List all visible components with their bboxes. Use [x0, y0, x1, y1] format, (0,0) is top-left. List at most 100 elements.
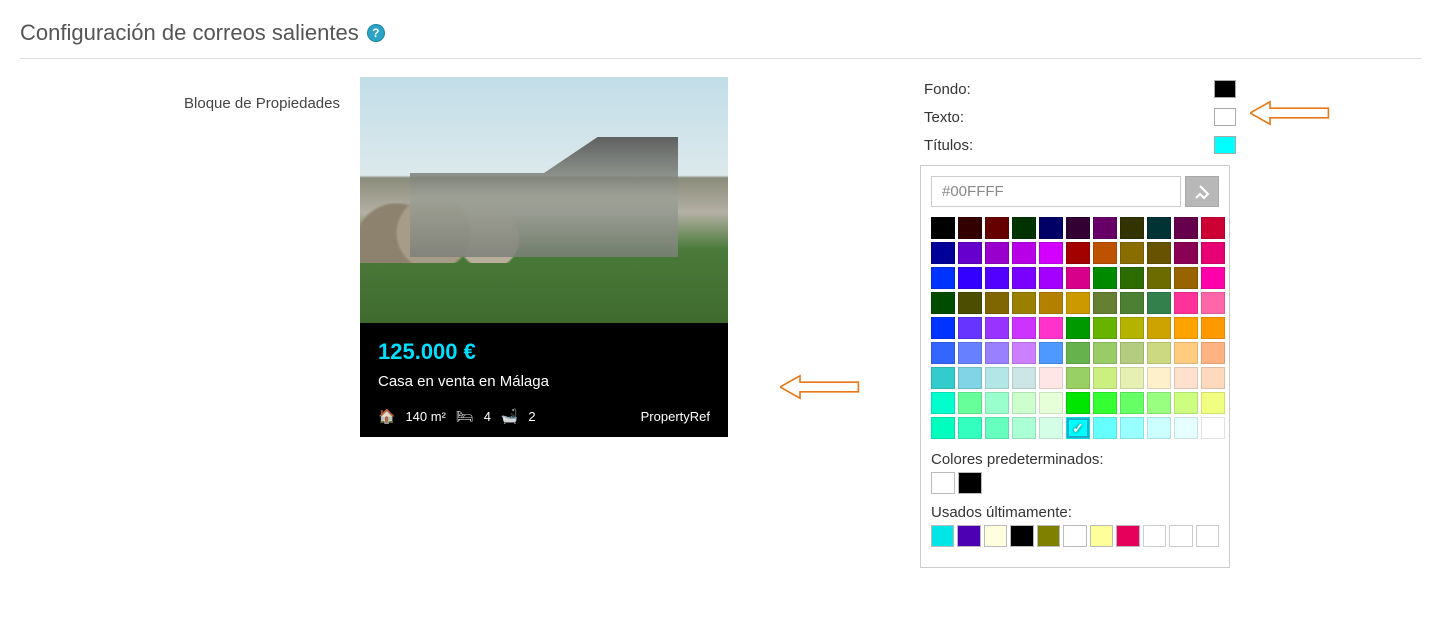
palette-cell[interactable]: [931, 292, 955, 314]
palette-cell[interactable]: [1039, 217, 1063, 239]
palette-cell[interactable]: [958, 417, 982, 439]
palette-cell[interactable]: [958, 242, 982, 264]
palette-cell[interactable]: [1066, 267, 1090, 289]
palette-cell[interactable]: [1039, 392, 1063, 414]
palette-cell[interactable]: [1147, 367, 1171, 389]
recent-color-cell[interactable]: [957, 525, 980, 547]
recent-color-cell[interactable]: [984, 525, 1007, 547]
palette-cell[interactable]: [1012, 242, 1036, 264]
recent-color-cell[interactable]: [1063, 525, 1086, 547]
palette-cell[interactable]: [931, 317, 955, 339]
palette-cell[interactable]: [1066, 342, 1090, 364]
palette-cell[interactable]: [985, 292, 1009, 314]
recent-color-cell[interactable]: [1143, 525, 1166, 547]
palette-cell[interactable]: [1093, 267, 1117, 289]
palette-cell[interactable]: [985, 242, 1009, 264]
palette-cell[interactable]: [958, 367, 982, 389]
palette-cell[interactable]: [1012, 267, 1036, 289]
bg-color-swatch[interactable]: [1214, 80, 1236, 98]
palette-cell[interactable]: [1120, 292, 1144, 314]
palette-cell[interactable]: [1039, 417, 1063, 439]
palette-cell[interactable]: [1201, 267, 1225, 289]
palette-cell[interactable]: [1093, 242, 1117, 264]
palette-cell[interactable]: [1012, 417, 1036, 439]
palette-cell[interactable]: [1039, 342, 1063, 364]
default-color-cell[interactable]: [931, 472, 955, 494]
palette-cell[interactable]: [1174, 317, 1198, 339]
palette-cell[interactable]: [1093, 367, 1117, 389]
palette-cell[interactable]: [1012, 292, 1036, 314]
palette-cell[interactable]: [1174, 417, 1198, 439]
recent-color-cell[interactable]: [1116, 525, 1139, 547]
palette-cell[interactable]: [931, 392, 955, 414]
palette-cell[interactable]: [985, 342, 1009, 364]
palette-cell[interactable]: [1174, 342, 1198, 364]
palette-cell[interactable]: [1093, 317, 1117, 339]
palette-cell[interactable]: [1120, 417, 1144, 439]
palette-cell[interactable]: [1093, 392, 1117, 414]
palette-cell[interactable]: [1039, 292, 1063, 314]
default-color-cell[interactable]: [958, 472, 982, 494]
recent-color-cell[interactable]: [1010, 525, 1033, 547]
titles-color-swatch[interactable]: [1214, 136, 1236, 154]
palette-cell[interactable]: [1093, 292, 1117, 314]
palette-cell[interactable]: [1201, 292, 1225, 314]
palette-cell[interactable]: [931, 242, 955, 264]
palette-cell[interactable]: [1174, 217, 1198, 239]
palette-cell[interactable]: [958, 292, 982, 314]
palette-cell[interactable]: [1012, 342, 1036, 364]
palette-cell[interactable]: [958, 267, 982, 289]
palette-cell[interactable]: [1012, 392, 1036, 414]
palette-cell[interactable]: [1066, 367, 1090, 389]
palette-cell[interactable]: [958, 317, 982, 339]
palette-cell[interactable]: [1039, 267, 1063, 289]
palette-cell[interactable]: [1039, 367, 1063, 389]
palette-cell[interactable]: [1093, 417, 1117, 439]
palette-cell[interactable]: [931, 367, 955, 389]
palette-cell[interactable]: [1039, 317, 1063, 339]
recent-color-cell[interactable]: [1037, 525, 1060, 547]
palette-cell[interactable]: [1147, 242, 1171, 264]
palette-cell[interactable]: [1147, 292, 1171, 314]
palette-cell[interactable]: [1120, 342, 1144, 364]
palette-cell[interactable]: [1120, 317, 1144, 339]
palette-cell[interactable]: [931, 342, 955, 364]
palette-cell[interactable]: [985, 267, 1009, 289]
palette-cell[interactable]: [1147, 392, 1171, 414]
palette-cell[interactable]: [1066, 242, 1090, 264]
palette-cell[interactable]: [1012, 367, 1036, 389]
palette-cell[interactable]: [1174, 367, 1198, 389]
palette-cell[interactable]: [1201, 317, 1225, 339]
palette-cell[interactable]: [985, 392, 1009, 414]
palette-cell[interactable]: [1066, 392, 1090, 414]
palette-cell[interactable]: [985, 317, 1009, 339]
palette-cell[interactable]: [1201, 367, 1225, 389]
palette-cell[interactable]: [1066, 317, 1090, 339]
palette-cell[interactable]: [1066, 217, 1090, 239]
palette-cell[interactable]: [1066, 417, 1090, 439]
palette-cell[interactable]: [1174, 267, 1198, 289]
recent-color-cell[interactable]: [1169, 525, 1192, 547]
eyedropper-button[interactable]: [1185, 176, 1219, 207]
palette-cell[interactable]: [1120, 367, 1144, 389]
hex-input[interactable]: [931, 176, 1181, 207]
palette-cell[interactable]: [1066, 292, 1090, 314]
recent-color-cell[interactable]: [931, 525, 954, 547]
palette-cell[interactable]: [1093, 217, 1117, 239]
palette-cell[interactable]: [1201, 417, 1225, 439]
palette-cell[interactable]: [1039, 242, 1063, 264]
palette-cell[interactable]: [958, 342, 982, 364]
recent-color-cell[interactable]: [1090, 525, 1113, 547]
palette-cell[interactable]: [1201, 392, 1225, 414]
palette-cell[interactable]: [1120, 267, 1144, 289]
palette-cell[interactable]: [931, 267, 955, 289]
palette-cell[interactable]: [1201, 342, 1225, 364]
palette-cell[interactable]: [1147, 317, 1171, 339]
recent-color-cell[interactable]: [1196, 525, 1219, 547]
palette-cell[interactable]: [1147, 217, 1171, 239]
palette-cell[interactable]: [1201, 217, 1225, 239]
palette-cell[interactable]: [1093, 342, 1117, 364]
palette-cell[interactable]: [985, 217, 1009, 239]
palette-cell[interactable]: [1012, 217, 1036, 239]
help-icon[interactable]: ?: [367, 24, 385, 42]
